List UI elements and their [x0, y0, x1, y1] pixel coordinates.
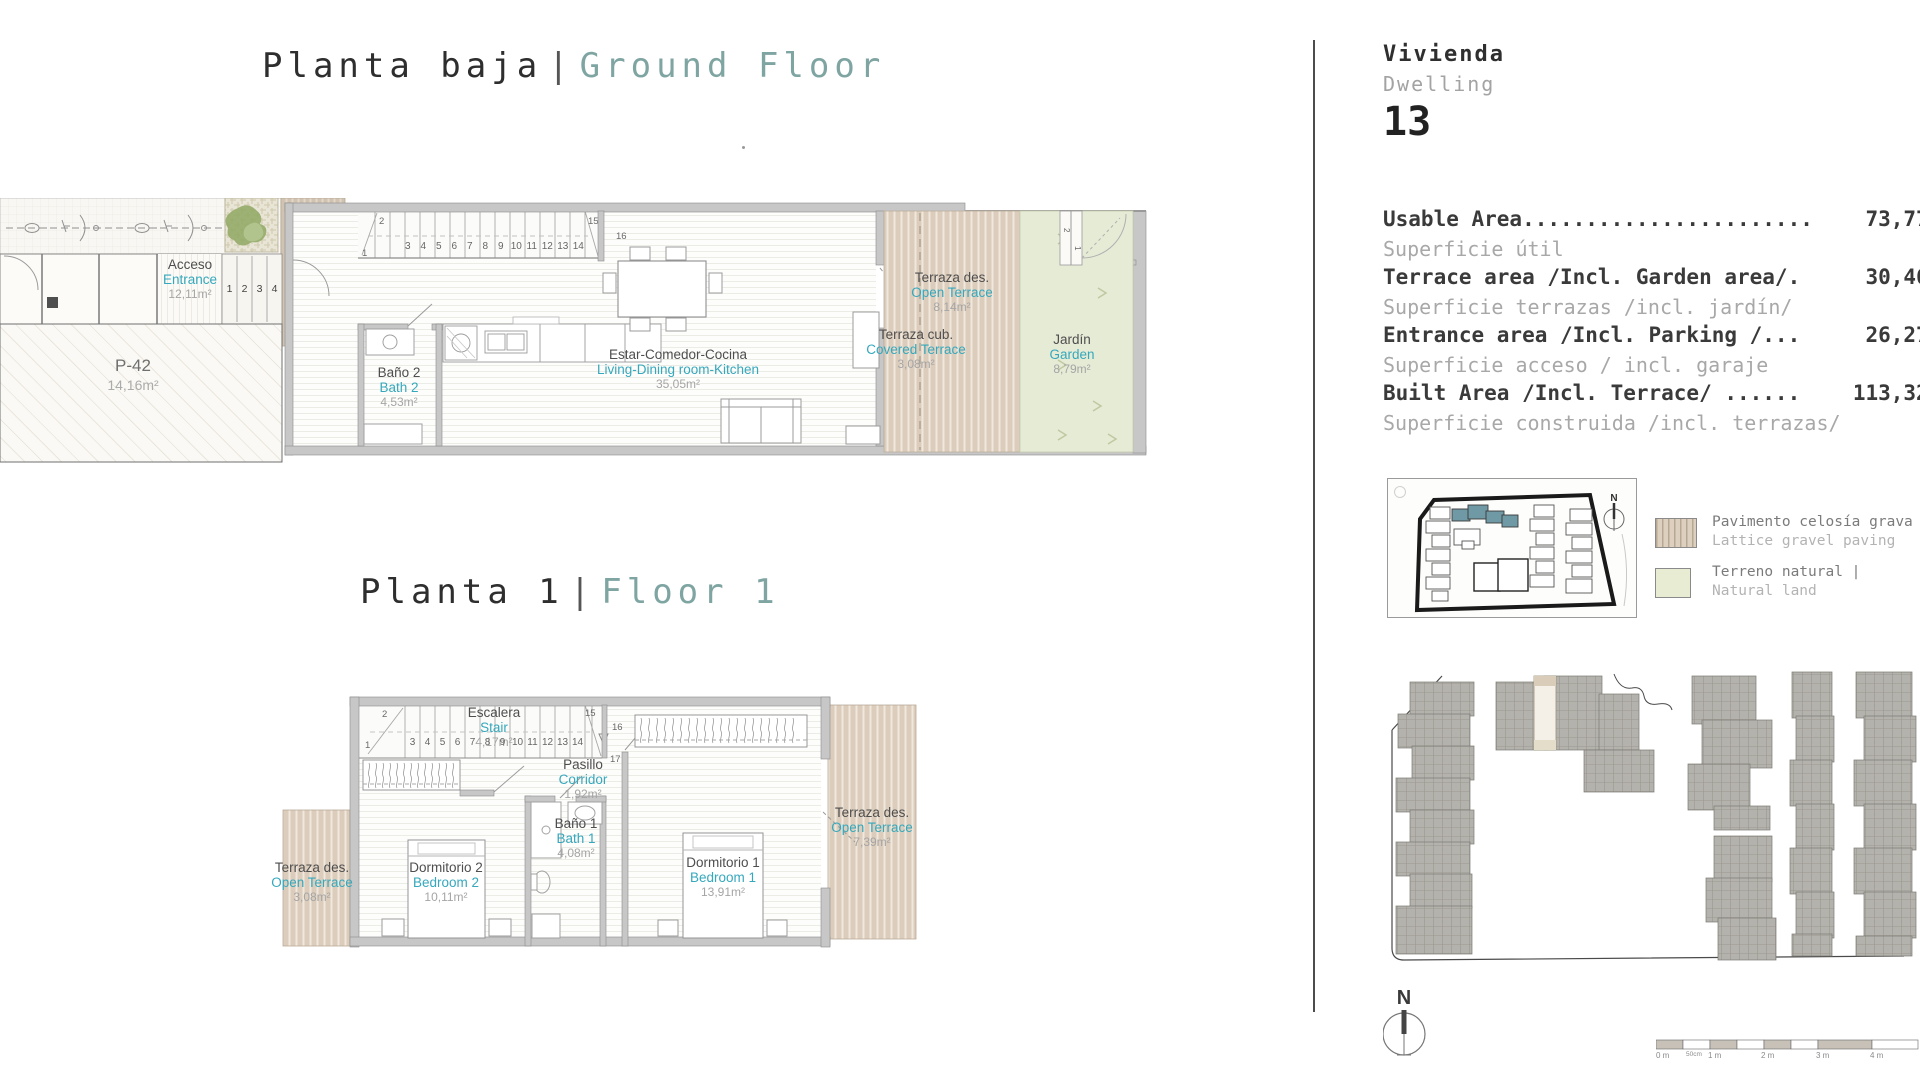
- dwelling-header: Vivienda Dwelling 13: [1383, 42, 1505, 145]
- floor1-title-en: Floor 1: [601, 572, 779, 612]
- stair-num: 15: [585, 708, 596, 719]
- legend-item-natural: Terreno natural | Natural land: [1712, 563, 1860, 601]
- area-row-entrance: Entrance area /Incl. Parking /... 26,27m…: [1383, 322, 1920, 380]
- keyplan-compass-icon: N: [1604, 493, 1624, 531]
- room-label-terrace-right: Terraza des. Open Terrace 7,39m²: [831, 806, 913, 850]
- room-label-living: Estar-Comedor-Cocina Living-Dining room-…: [597, 348, 759, 392]
- plan-reference-dot: [742, 146, 745, 149]
- stair-num: 16: [616, 231, 627, 242]
- room-label-terrace-left: Terraza des. Open Terrace 3,08m²: [271, 861, 353, 905]
- area-row-usable: Usable Area....................... 73,77…: [1383, 206, 1920, 264]
- dwelling-label-en: Dwelling: [1383, 72, 1505, 96]
- scale-label: 2 m: [1761, 1051, 1774, 1060]
- room-label-covered-terrace: Terraza cub. Covered Terrace 3,08m²: [866, 328, 966, 372]
- site-plan: [1384, 652, 1920, 1008]
- stair-num: 1: [1073, 246, 1082, 251]
- svg-text:N: N: [1610, 493, 1617, 504]
- room-label-acceso: Acceso Entrance 12,11m²: [163, 258, 217, 302]
- dwelling-label-es: Vivienda: [1383, 42, 1505, 67]
- title-separator: |: [564, 572, 601, 612]
- legend-swatch-lattice: [1655, 518, 1697, 548]
- room-label-garden: Jardín Garden 8,79m²: [1049, 333, 1094, 377]
- highlighted-building: [1452, 505, 1518, 527]
- floor1-stair-numbers: 34567891011121314: [405, 737, 585, 748]
- stair-num: 1: [365, 740, 370, 751]
- ground-floor-plan: ADO 13: [0, 198, 1150, 464]
- ground-stair-numbers: 34567891011121314: [400, 241, 586, 252]
- stair-num: 17: [610, 754, 621, 765]
- key-plan: N: [1387, 478, 1637, 618]
- scale-bar-segments: [1656, 1039, 1920, 1051]
- stair-num: 1: [362, 248, 367, 259]
- stair-num: 2: [1062, 228, 1071, 233]
- compass-icon: N: [1383, 986, 1429, 1068]
- room-label-bath2: Baño 2 Bath 2 4,53m²: [378, 366, 421, 410]
- site-plan-buildings: [1396, 672, 1916, 960]
- key-plan-center-buildings: [1474, 559, 1528, 591]
- scale-label: 3 m: [1816, 1051, 1829, 1060]
- scale-label: 4 m: [1870, 1051, 1883, 1060]
- room-label-parking: P-42 14,16m²: [107, 356, 158, 394]
- room-label-bath1: Baño 1 Bath 1 4,08m²: [555, 817, 598, 861]
- svg-text:N: N: [1397, 987, 1411, 1009]
- floor1-title: Planta 1|Floor 1: [360, 572, 780, 612]
- area-row-built: Built Area /Incl. Terrace/ ...... 113,32…: [1383, 380, 1920, 438]
- room-label-bedroom1: Dormitorio 1 Bedroom 1 13,91m²: [686, 856, 760, 900]
- site-plan-highlighted-unit: [1534, 676, 1556, 750]
- stair-num: 2: [382, 709, 387, 720]
- key-plan-drawing: N: [1388, 479, 1636, 617]
- entry-step-numbers: 1234: [222, 283, 282, 295]
- scale-label: 50cm: [1686, 1051, 1702, 1058]
- stair-num: 15: [588, 216, 599, 227]
- area-table: Usable Area....................... 73,77…: [1383, 206, 1920, 438]
- scale-label: 0 m: [1656, 1051, 1669, 1060]
- planting-square: [225, 198, 278, 252]
- ground-floor-title: Planta baja|Ground Floor: [262, 46, 885, 86]
- room-label-corridor: Pasillo Corridor 1,92m²: [559, 758, 608, 802]
- dwelling-number: 13: [1383, 99, 1505, 145]
- legend-item-lattice: Pavimento celosía grava Lattice gravel p…: [1712, 513, 1913, 551]
- road-line: [1622, 534, 1627, 606]
- scale-bar: 0 m 50cm 1 m 2 m 3 m 4 m: [1656, 1038, 1920, 1064]
- legend-swatch-natural: [1655, 568, 1691, 598]
- title-separator: |: [542, 46, 579, 86]
- room-label-bedroom2: Dormitorio 2 Bedroom 2 10,11m²: [409, 861, 483, 905]
- stair-num: 2: [379, 216, 384, 227]
- room-label-open-terrace: Terraza des. Open Terrace 8,14m²: [911, 271, 993, 315]
- ground-floor-title-es: Planta baja: [262, 46, 542, 86]
- stair-num: 16: [612, 722, 623, 733]
- area-row-terrace: Terrace area /Incl. Garden area/. 30,46m…: [1383, 264, 1920, 322]
- scale-label: 1 m: [1708, 1051, 1721, 1060]
- floor1-title-es: Planta 1: [360, 572, 564, 612]
- vertical-divider: [1313, 40, 1315, 1012]
- ground-floor-title-en: Ground Floor: [580, 46, 886, 86]
